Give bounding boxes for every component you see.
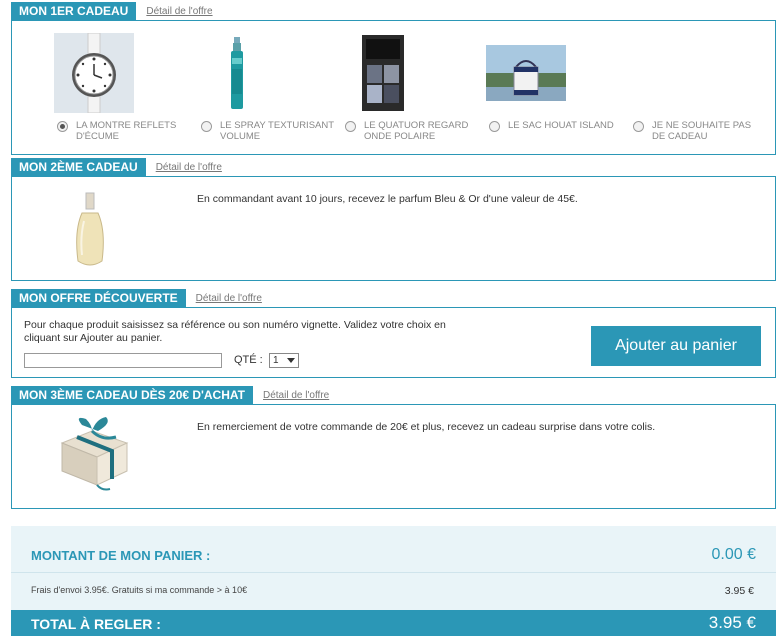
shipping-label: Frais d'envoi 3.95€. Gratuits si ma comm… xyxy=(31,585,248,595)
qty-select[interactable]: 1 xyxy=(269,353,299,368)
eyeshadow-palette-image xyxy=(362,35,404,111)
radio-selected-icon[interactable] xyxy=(57,121,68,132)
discovery-section: MON OFFRE DÉCOUVERTE Détail de l'offre P… xyxy=(11,289,776,378)
discovery-detail-link[interactable]: Détail de l'offre xyxy=(196,291,262,307)
discovery-header: MON OFFRE DÉCOUVERTE Détail de l'offre xyxy=(11,289,776,308)
gift1-header: MON 1ER CADEAU Détail de l'offre xyxy=(11,2,776,21)
divider xyxy=(11,572,776,573)
watch-image xyxy=(54,33,134,113)
gift-option-label: LE SAC HOUAT ISLAND xyxy=(508,120,614,131)
gift-option-spray-radio-label[interactable]: LE SPRAY TEXTURISANT VOLUME xyxy=(201,120,335,142)
cart-amount-label: MONTANT DE MON PANIER : xyxy=(31,548,211,563)
cart-amount-row: MONTANT DE MON PANIER : 0.00 € xyxy=(11,526,776,572)
gift-option-none-radio-label[interactable]: JE NE SOUHAITE PAS DE CADEAU xyxy=(633,120,752,142)
gift-option-label: LE QUATUOR REGARD ONDE POLAIRE xyxy=(364,120,469,142)
gift-option-label: LA MONTRE REFLETS D'ÉCUME xyxy=(76,120,177,142)
radio-icon[interactable] xyxy=(489,121,500,132)
gift1-title: MON 1ER CADEAU xyxy=(11,2,137,20)
perfume-image xyxy=(76,192,104,266)
discovery-body: Pour chaque produit saisissez sa référen… xyxy=(11,308,776,378)
add-to-cart-button[interactable]: Ajouter au panier xyxy=(591,326,761,366)
gift-option-palette-radio-label[interactable]: LE QUATUOR REGARD ONDE POLAIRE xyxy=(345,120,479,142)
gift3-section: MON 3ÈME CADEAU DÈS 20€ D'ACHAT Détail d… xyxy=(11,386,776,509)
gift1-options: LA MONTRE REFLETS D'ÉCUME LE SPRAY TEXTU… xyxy=(11,21,776,155)
gift3-body: En remerciement de votre commande de 20€… xyxy=(11,405,776,509)
gift2-section: MON 2ÈME CADEAU Détail de l'offre En com… xyxy=(11,158,776,281)
qty-label: QTÉ : xyxy=(234,354,263,366)
gift2-header: MON 2ÈME CADEAU Détail de l'offre xyxy=(11,158,776,177)
discovery-description: Pour chaque produit saisissez sa référen… xyxy=(24,319,446,344)
gift1-detail-link[interactable]: Détail de l'offre xyxy=(146,4,212,20)
radio-icon[interactable] xyxy=(201,121,212,132)
chevron-down-icon xyxy=(287,358,295,363)
bag-image xyxy=(486,45,566,101)
gift-option-label: JE NE SOUHAITE PAS DE CADEAU xyxy=(652,120,752,142)
gift1-section: MON 1ER CADEAU Détail de l'offre LA MONT… xyxy=(11,2,776,155)
cart-amount-value: 0.00 € xyxy=(711,546,756,563)
gift-option-watch-radio-label[interactable]: LA MONTRE REFLETS D'ÉCUME xyxy=(57,120,191,142)
total-row: TOTAL À REGLER : 3.95 € xyxy=(11,610,776,636)
total-value: 3.95 € xyxy=(708,613,756,632)
spray-image xyxy=(231,37,243,109)
radio-icon[interactable] xyxy=(633,121,644,132)
radio-icon[interactable] xyxy=(345,121,356,132)
gift3-text: En remerciement de votre commande de 20€… xyxy=(197,421,656,433)
gift2-body: En commandant avant 10 jours, recevez le… xyxy=(11,177,776,281)
qty-select-value: 1 xyxy=(273,355,279,366)
discovery-title: MON OFFRE DÉCOUVERTE xyxy=(11,289,186,307)
reference-input[interactable] xyxy=(24,353,222,368)
total-label: TOTAL À REGLER : xyxy=(31,616,161,632)
shipping-value: 3.95 € xyxy=(724,585,754,597)
cart-totals: MONTANT DE MON PANIER : 0.00 € Frais d'e… xyxy=(11,526,776,636)
gift3-header: MON 3ÈME CADEAU DÈS 20€ D'ACHAT Détail d… xyxy=(11,386,776,405)
gift2-text: En commandant avant 10 jours, recevez le… xyxy=(197,193,578,205)
gift3-detail-link[interactable]: Détail de l'offre xyxy=(263,388,329,404)
gift-option-label: LE SPRAY TEXTURISANT VOLUME xyxy=(220,120,334,142)
gift-option-bag-radio-label[interactable]: LE SAC HOUAT ISLAND xyxy=(489,120,623,132)
gift2-title: MON 2ÈME CADEAU xyxy=(11,158,146,176)
gift3-title: MON 3ÈME CADEAU DÈS 20€ D'ACHAT xyxy=(11,386,253,404)
gift-box-image xyxy=(60,417,129,491)
gift2-detail-link[interactable]: Détail de l'offre xyxy=(156,160,222,176)
